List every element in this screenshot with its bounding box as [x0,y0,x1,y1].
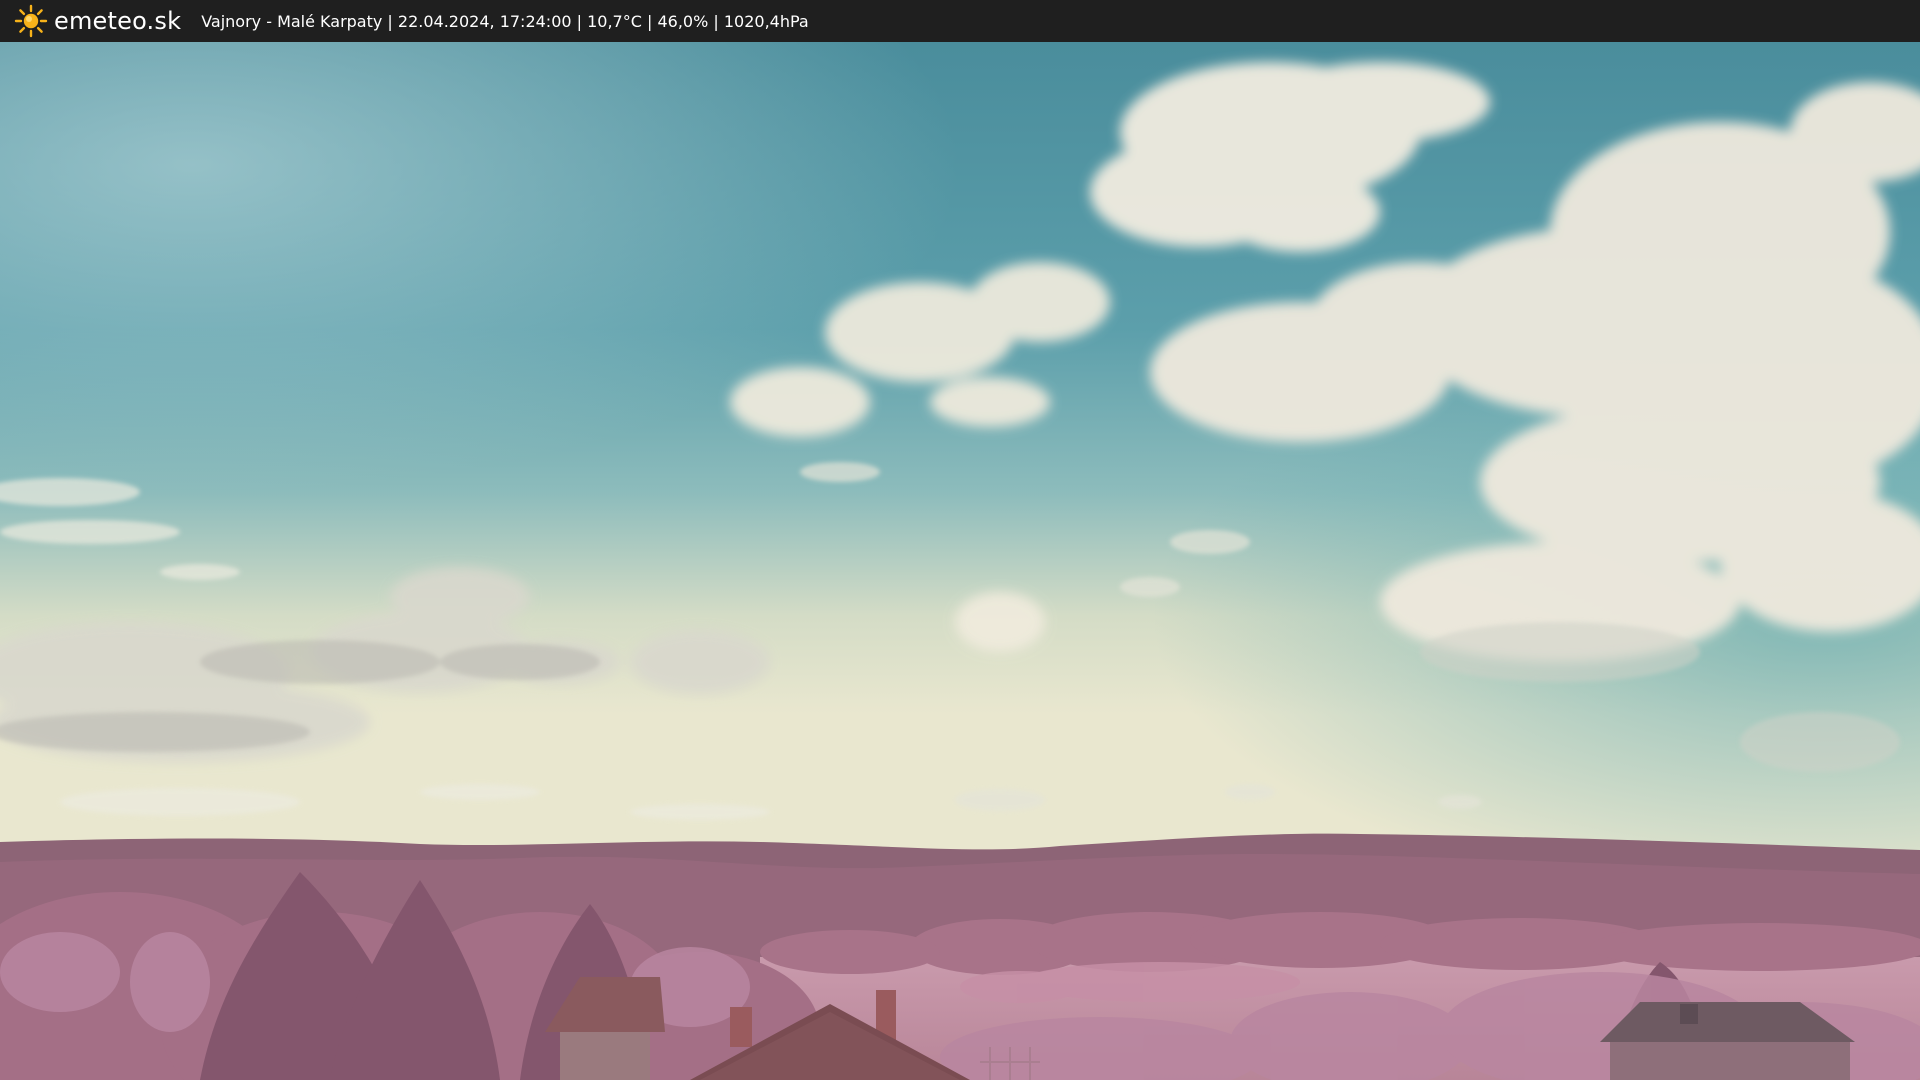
station-caption: Vajnory - Malé Karpaty | 22.04.2024, 17:… [201,11,809,31]
webcam-frame: emeteo.sk Vajnory - Malé Karpaty | 22.04… [0,0,1920,1080]
emeteo-logo: emeteo.sk [14,0,181,42]
sun-icon [14,4,48,38]
caption-bar: emeteo.sk Vajnory - Malé Karpaty | 22.04… [0,0,1920,42]
webcam-image [0,42,1920,1080]
brand-name: emeteo.sk [54,7,182,35]
